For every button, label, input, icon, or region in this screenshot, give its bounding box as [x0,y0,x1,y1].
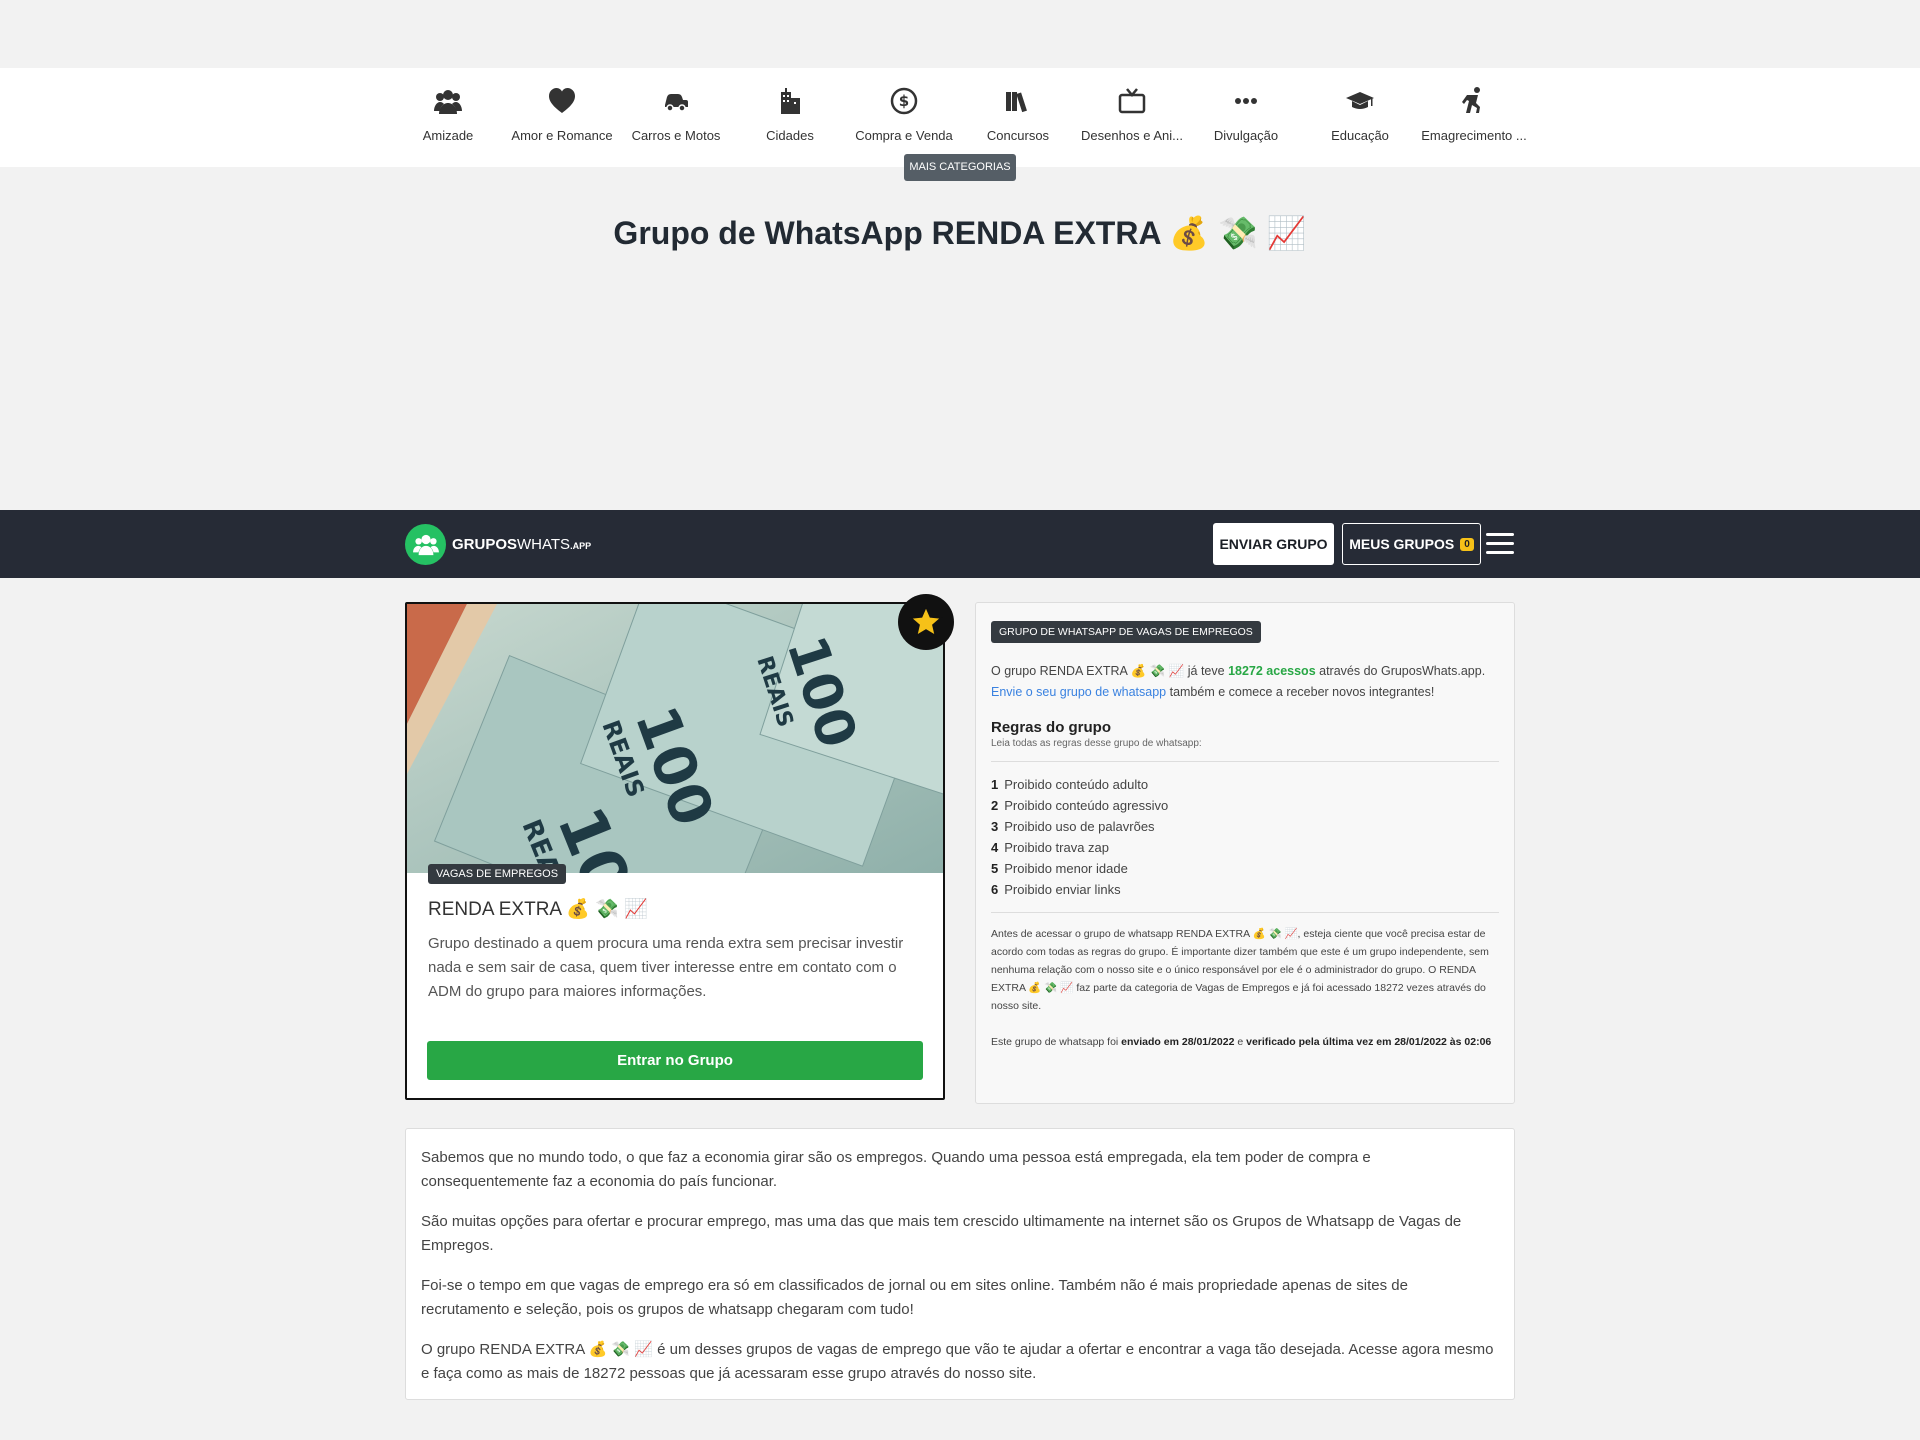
site-logo[interactable]: GRUPOSWHATS.APP [405,524,591,565]
send-group-button[interactable]: ENVIAR GRUPO [1213,523,1334,565]
category-concursos[interactable]: Concursos [961,68,1075,143]
category-list: Amizade Amor e Romance Carros e Motos Ci… [391,68,1531,143]
category-amizade[interactable]: Amizade [391,68,505,143]
star-icon [898,594,954,650]
rule-item: 6 Proibido enviar links [991,879,1499,900]
stat-text: O grupo RENDA EXTRA 💰 💸 📈 já teve [991,664,1229,678]
category-bar: Amizade Amor e Romance Carros e Motos Ci… [0,68,1920,167]
group-image: 100 REAIS 100 REAIS 100 REAIS [407,604,943,873]
group-card: 100 REAIS 100 REAIS 100 REAIS VAGAS DE E… [405,602,945,1100]
rule-number: 6 [991,882,999,897]
rule-number: 4 [991,840,999,855]
sent-date: enviado em 28/01/2022 [1121,1036,1235,1048]
books-icon [1006,92,1027,113]
rule-text: Proibido trava zap [1004,840,1110,855]
category-label: Amor e Romance [511,128,613,143]
category-label: Emagrecimento ... [1421,128,1527,143]
category-label: Cidades [766,128,814,143]
tv-icon [1118,88,1146,114]
logo-text-bold: GRUPOS [452,536,518,553]
svg-text:$: $ [899,92,909,110]
category-label: Carros e Motos [631,128,721,143]
category-label: Educação [1331,128,1389,143]
rule-number: 1 [991,777,999,792]
stat-text: também e comece a receber novos integran… [1166,685,1435,699]
rule-item: 2 Proibido conteúdo agressivo [991,795,1499,816]
rule-text: Proibido enviar links [1004,882,1121,897]
disclaimer-text: Antes de acessar o grupo de whatsapp REN… [991,928,1489,1012]
sent-text: e [1234,1036,1247,1048]
article-paragraph: São muitas opções para ofertar e procura… [421,1213,1462,1254]
page-title: Grupo de WhatsApp RENDA EXTRA 💰 💸 📈 [613,215,1307,251]
group-info-panel: GRUPO DE WHATSAPP DE VAGAS DE EMPREGOS O… [975,602,1515,1104]
category-label: Compra e Venda [855,128,953,143]
navbar: GRUPOSWHATS.APP ENVIAR GRUPO MEUS GRUPOS… [0,510,1920,578]
category-amor-e-romance[interactable]: Amor e Romance [505,68,619,143]
logo-text: GRUPOSWHATS.APP [452,536,591,553]
category-label: Divulgação [1213,128,1279,143]
category-divulgacao[interactable]: Divulgação [1189,68,1303,143]
category-label: Amizade [422,128,474,143]
menu-icon[interactable] [1486,533,1514,555]
group-description: Grupo destinado a quem procura uma renda… [428,935,904,1000]
rule-text: Proibido menor idade [1004,861,1128,876]
category-label: Desenhos e Ani... [1081,128,1183,143]
category-carros-e-motos[interactable]: Carros e Motos [619,68,733,143]
rule-item: 4 Proibido trava zap [991,837,1499,858]
logo-text-light: WHATS [517,536,571,553]
enter-group-button[interactable]: Entrar no Grupo [427,1041,923,1080]
dollar-circle-icon: $ [890,87,918,115]
rule-number: 5 [991,861,999,876]
category-desenhos[interactable]: Desenhos e Ani... [1075,68,1189,143]
my-groups-label: MEUS GRUPOS [1349,536,1455,552]
rules-subtitle: Leia todas as regras desse grupo de what… [991,738,1202,749]
category-badge[interactable]: VAGAS DE EMPREGOS [428,864,567,884]
article-body: Sabemos que no mundo todo, o que faz a e… [405,1128,1515,1400]
rule-text: Proibido conteúdo adulto [1004,777,1149,792]
category-label: Concursos [986,128,1050,143]
access-count: 18272 acessos [1228,664,1316,678]
my-groups-button[interactable]: MEUS GRUPOS 0 [1342,523,1481,565]
group-name: RENDA EXTRA 💰 💸 📈 [428,899,648,920]
verified-date: verificado pela última vez em 28/01/2022… [1246,1036,1492,1048]
divider [991,761,1499,762]
rules-list: 1 Proibido conteúdo adulto 2 Proibido cont… [991,774,1499,900]
rule-number: 3 [991,819,999,834]
group-category-label[interactable]: GRUPO DE WHATSAPP DE VAGAS DE EMPREGOS [991,621,1261,643]
logo-text-suffix: .APP [570,541,592,551]
access-stats: O grupo RENDA EXTRA 💰 💸 📈 já teve 18272 … [991,661,1499,703]
category-educacao[interactable]: Educação [1303,68,1417,143]
category-cidades[interactable]: Cidades [733,68,847,143]
rule-text: Proibido conteúdo agressivo [1004,798,1169,813]
users-logo-icon [405,524,446,565]
users-icon [434,90,462,114]
category-compra-e-venda[interactable]: $ Compra e Venda [847,68,961,143]
category-emagrecimento[interactable]: Emagrecimento ... [1417,68,1531,143]
ellipsis-icon [1235,98,1257,104]
article-paragraph: Sabemos que no mundo todo, o que faz a e… [421,1149,1371,1190]
running-icon [1462,87,1480,113]
heart-icon [549,88,575,113]
send-group-link[interactable]: Envie o seu grupo de whatsapp [991,685,1166,699]
car-icon [665,94,688,112]
article-paragraph: O grupo RENDA EXTRA 💰 💸 📈 é um desses gr… [421,1341,1494,1382]
city-icon [781,88,800,114]
divider [991,912,1499,913]
stat-text: através do GruposWhats.app. [1315,664,1486,678]
rules-title: Regras do grupo [991,719,1112,736]
graduation-cap-icon [1346,92,1374,109]
article-paragraph: Foi-se o tempo em que vagas de emprego e… [421,1277,1408,1318]
rule-item: 3 Proibido uso de palavrões [991,816,1499,837]
more-categories-button[interactable]: MAIS CATEGORIAS [904,154,1016,181]
rule-item: 1 Proibido conteúdo adulto [991,774,1499,795]
my-groups-count-badge: 0 [1460,537,1474,551]
rule-item: 5 Proibido menor idade [991,858,1499,879]
sent-info: Este grupo de whatsapp foi enviado em 28… [991,1033,1499,1051]
rule-text: Proibido uso de palavrões [1004,819,1155,834]
sent-text: Este grupo de whatsapp foi [991,1036,1122,1048]
rule-number: 2 [991,798,999,813]
